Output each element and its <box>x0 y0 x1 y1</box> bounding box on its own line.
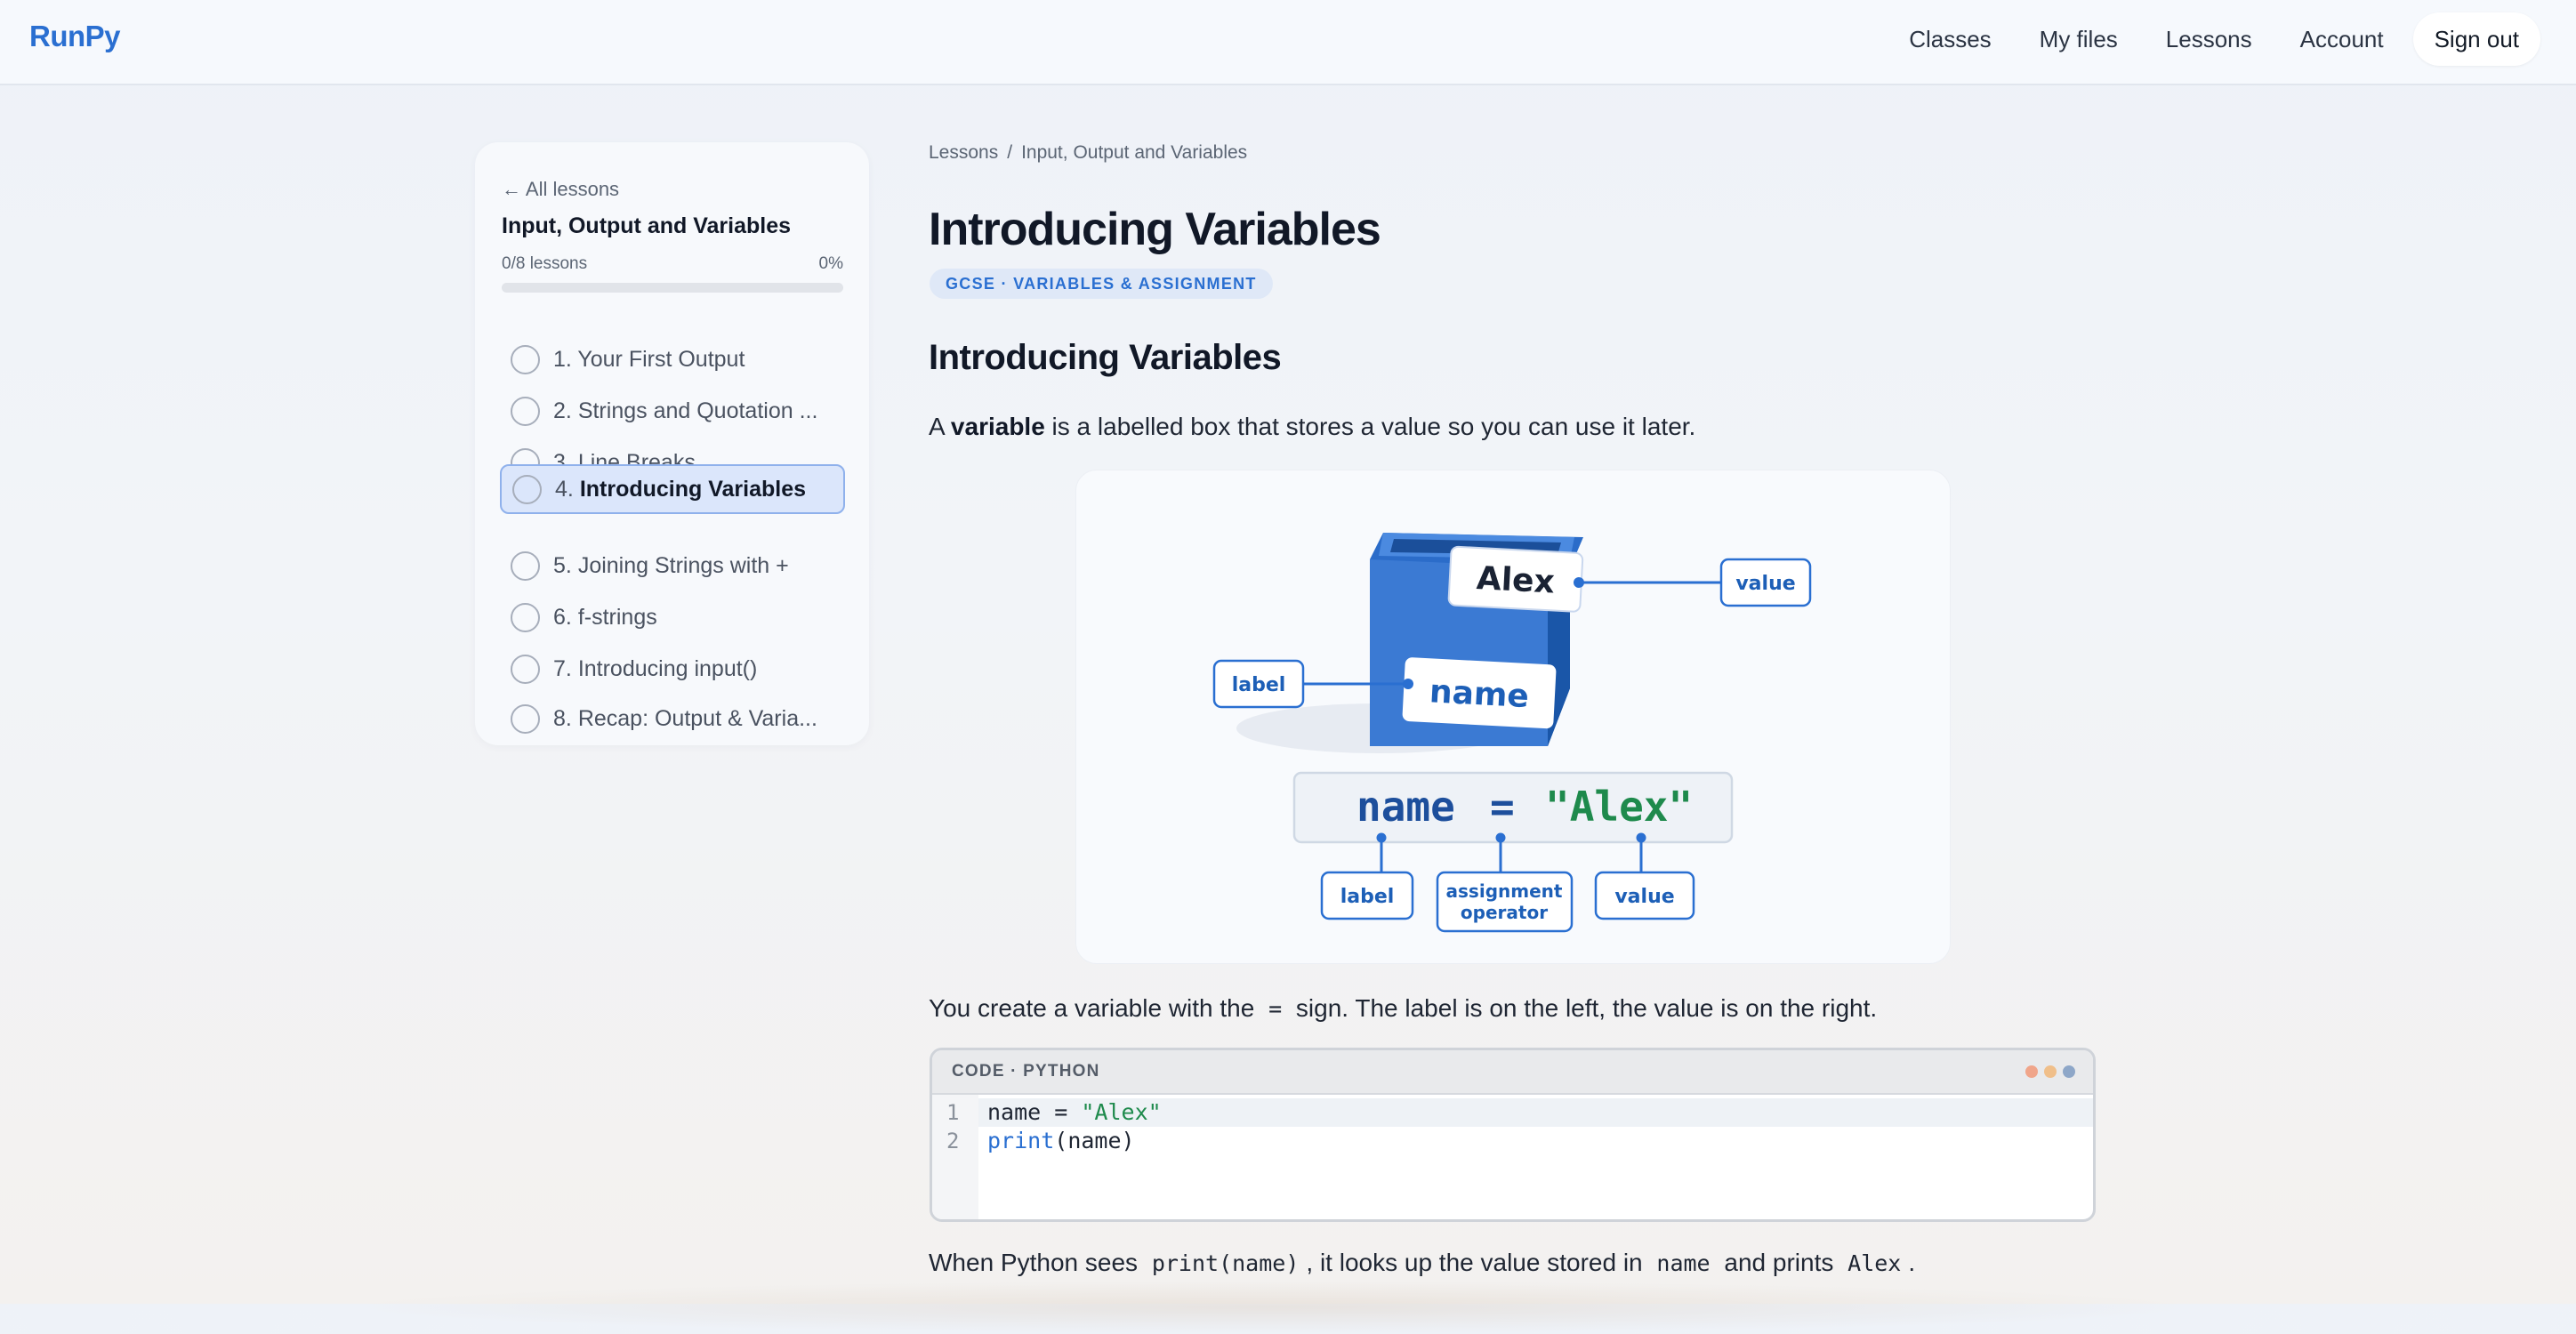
variable-box-illustration: Alex name value label name = "Alex" labe… <box>1075 470 1951 964</box>
sign-out-button[interactable]: Sign out <box>2412 12 2540 66</box>
nav-account[interactable]: Account <box>2276 12 2408 66</box>
lesson-item-8[interactable]: 8. Recap: Output & Varia... <box>500 694 845 743</box>
breadcrumb-lessons[interactable]: Lessons <box>929 142 998 163</box>
incomplete-circle-icon <box>511 550 540 581</box>
lesson-item-4-active[interactable]: 4. Introducing Variables <box>500 464 845 514</box>
lesson-title: Joining Strings with + <box>577 552 789 578</box>
bottom-assign-line2: operator <box>1461 902 1548 923</box>
incomplete-circle-icon <box>512 474 542 504</box>
line-number: 2 <box>946 1129 960 1153</box>
box-value-text: Alex <box>1476 560 1556 601</box>
inline-code-name: name <box>1656 1250 1711 1276</box>
dot-blue-icon <box>2063 1065 2075 1078</box>
progress-count: 0/8 lessons <box>502 254 588 273</box>
bottom-value-text: value <box>1614 886 1674 908</box>
lesson-item-2[interactable]: 2. Strings and Quotation ... <box>500 386 845 436</box>
code-eq-text: = <box>1490 783 1515 831</box>
lesson-title: Recap: Output & Varia... <box>577 705 817 731</box>
incomplete-circle-icon <box>511 602 540 632</box>
code-editor-header: CODE · PYTHON <box>932 1050 2093 1095</box>
breadcrumb-separator: / <box>1007 142 1013 163</box>
intro-bold-term: variable <box>950 413 1045 440</box>
lesson-item-1[interactable]: 1. Your First Output <box>500 334 845 384</box>
line-number: 1 <box>946 1100 960 1125</box>
progress-row: 0/8 lessons 0% <box>502 254 843 274</box>
assignment-paragraph: You create a variable with the = sign. T… <box>929 994 1878 1022</box>
incomplete-circle-icon <box>511 703 540 734</box>
nav-lessons[interactable]: Lessons <box>2142 12 2276 66</box>
callout-value-text: value <box>1735 573 1795 595</box>
nav-my-files[interactable]: My files <box>2016 12 2142 66</box>
incomplete-circle-icon <box>511 396 540 426</box>
window-dots <box>2025 1065 2075 1078</box>
incomplete-circle-icon <box>511 654 540 684</box>
lesson-title: f-strings <box>577 604 657 630</box>
lesson-item-6[interactable]: 6. f-strings <box>500 592 845 642</box>
lesson-sidebar: ← All lessons Input, Output and Variable… <box>475 142 869 745</box>
bottom-label-text: label <box>1340 886 1395 908</box>
unit-title: Input, Output and Variables <box>502 213 792 238</box>
code-editor[interactable]: CODE · PYTHON 1 2 name = "Alex" print(na… <box>930 1048 2096 1222</box>
progress-bar <box>502 283 843 293</box>
section-heading: Introducing Variables <box>929 338 1282 377</box>
code-line-1[interactable]: name = "Alex" <box>987 1099 1162 1125</box>
top-nav-bar: RunPy Classes My files Lessons Account S… <box>0 0 2576 85</box>
nav-links: Classes My files Lessons Account Sign ou… <box>1885 12 2540 66</box>
progress-percent: 0% <box>818 254 843 273</box>
lesson-title: Strings and Quotation ... <box>577 398 818 423</box>
breadcrumb-unit[interactable]: Input, Output and Variables <box>1021 142 1247 163</box>
code-name-text: name <box>1356 783 1455 831</box>
intro-paragraph: A variable is a labelled box that stores… <box>929 413 1696 440</box>
callout-label-text: label <box>1232 674 1286 696</box>
lesson-title: Introducing Variables <box>579 476 807 502</box>
lesson-title: Your First Output <box>577 346 745 372</box>
all-lessons-link[interactable]: ← All lessons <box>502 178 619 201</box>
inline-code-print: print(name) <box>1151 1250 1300 1276</box>
page-title: Introducing Variables <box>929 204 1381 255</box>
inline-code-alex: Alex <box>1847 1250 1902 1276</box>
incomplete-circle-icon <box>511 344 540 374</box>
dot-red-icon <box>2025 1065 2038 1078</box>
lesson-item-5[interactable]: 5. Joining Strings with + <box>500 541 845 591</box>
variable-diagram-svg: Alex name value label name = "Alex" labe… <box>1212 533 1812 933</box>
explanation-paragraph: When Python sees print(name), it looks u… <box>929 1249 1916 1276</box>
code-body[interactable]: 1 2 name = "Alex" print(name) <box>932 1095 2093 1219</box>
dot-yellow-icon <box>2044 1065 2057 1078</box>
nav-classes[interactable]: Classes <box>1885 12 2015 66</box>
bottom-assign-line1: assignment <box>1446 880 1563 902</box>
code-line-2[interactable]: print(name) <box>987 1128 1135 1153</box>
breadcrumb: Lessons / Input, Output and Variables <box>929 142 1247 164</box>
lesson-item-7[interactable]: 7. Introducing input() <box>500 644 845 694</box>
bottom-shadow <box>338 1281 2206 1334</box>
brand-logo[interactable]: RunPy <box>29 20 121 53</box>
code-language-label: CODE · PYTHON <box>952 1062 1100 1081</box>
topic-badge: GCSE · VARIABLES & ASSIGNMENT <box>930 269 1273 299</box>
box-label-text: name <box>1429 673 1530 715</box>
code-value-text: "Alex" <box>1545 783 1693 831</box>
inline-code-equals: = <box>1268 996 1283 1022</box>
lesson-title: Introducing input() <box>577 655 758 681</box>
